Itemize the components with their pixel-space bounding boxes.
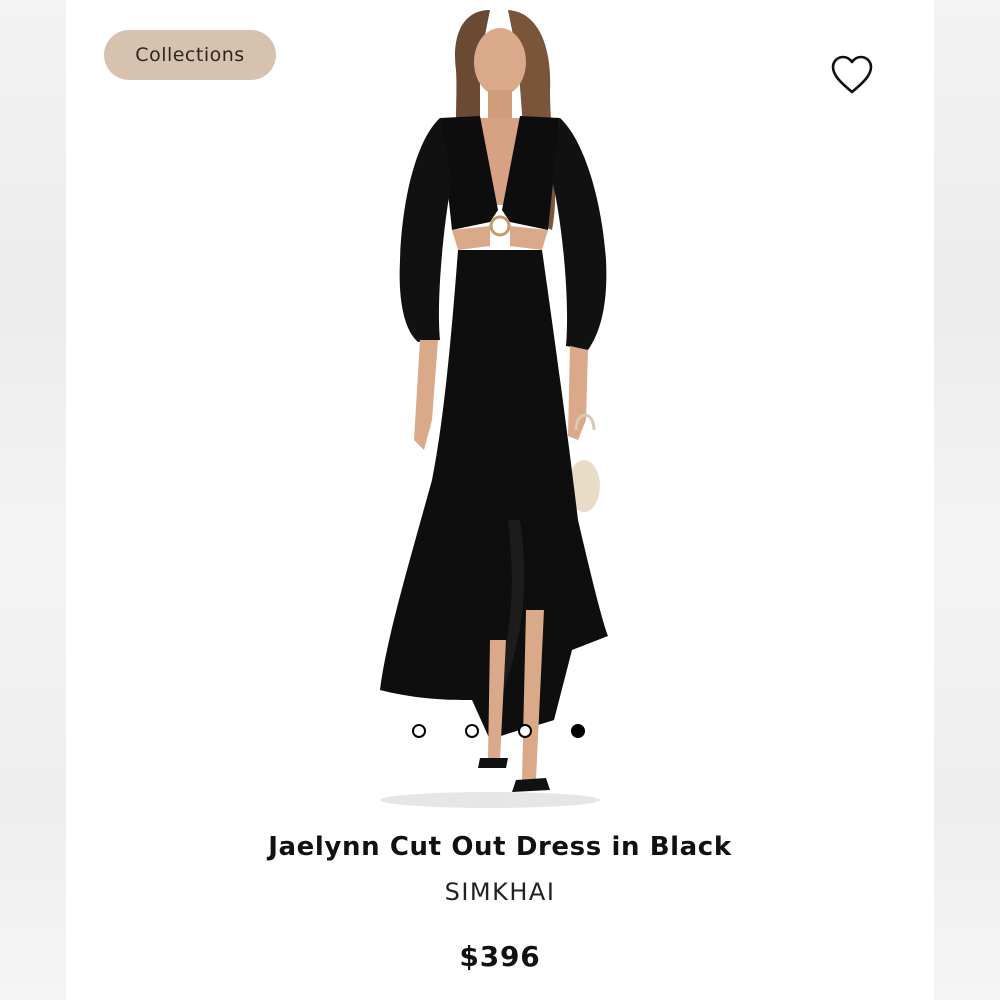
heart-icon	[830, 54, 874, 96]
left-blurred-edge	[0, 0, 66, 1000]
carousel-indicators	[412, 722, 592, 742]
product-photo[interactable]	[340, 0, 670, 812]
favorite-button[interactable]	[830, 54, 874, 96]
right-blurred-edge	[934, 0, 1000, 1000]
carousel-dot-3[interactable]	[518, 724, 532, 738]
product-photo-illustration	[380, 10, 608, 808]
product-card: Collections Jaelynn Cut Out Dress in Bla…	[66, 0, 934, 1000]
carousel-dot-4-active[interactable]	[571, 724, 585, 738]
carousel-dot-1[interactable]	[412, 724, 426, 738]
product-price: $396	[459, 940, 541, 973]
product-brand[interactable]: SIMKHAI	[66, 878, 934, 906]
carousel-dot-2[interactable]	[465, 724, 479, 738]
screen: Collections Jaelynn Cut Out Dress in Bla…	[0, 0, 1000, 1000]
collections-button[interactable]: Collections	[104, 30, 276, 80]
collections-label: Collections	[135, 44, 245, 66]
product-title: Jaelynn Cut Out Dress in Black	[268, 832, 732, 862]
